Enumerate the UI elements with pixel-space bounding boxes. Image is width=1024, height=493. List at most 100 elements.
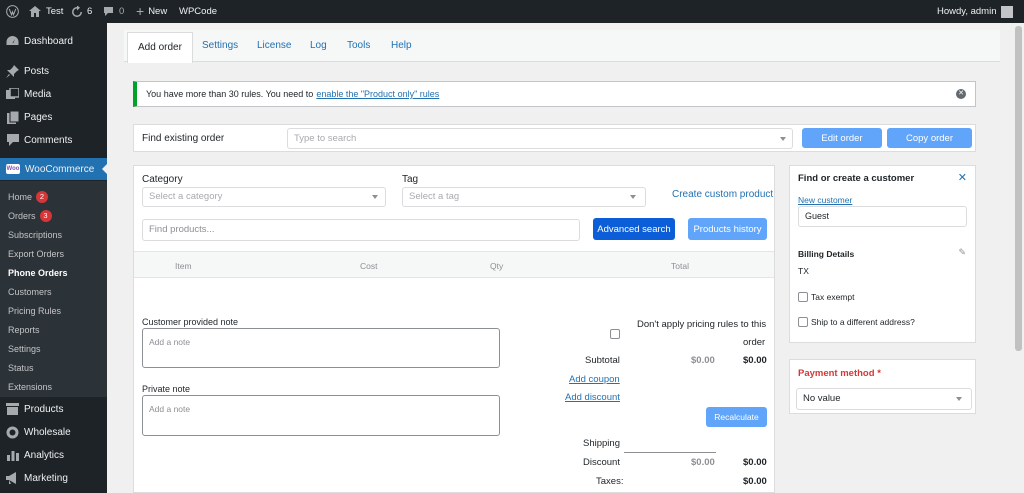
add-coupon-link[interactable]: Add coupon (569, 374, 620, 385)
customer-note-label: Customer provided note (142, 317, 239, 327)
scrollbar-thumb[interactable] (1015, 26, 1022, 351)
comment-icon (103, 6, 114, 17)
menu-label: Comments (24, 134, 73, 146)
refresh-icon (71, 5, 83, 18)
menu-comments[interactable]: Comments (0, 129, 107, 151)
products-history-button[interactable]: Products history (688, 218, 767, 240)
taxes-label: Taxes: (596, 476, 624, 487)
discount-total: $0.00 (743, 457, 767, 468)
orders-count-badge: 3 (39, 210, 52, 222)
new-content-link[interactable]: + New (136, 0, 167, 23)
menu-marketing[interactable]: Marketing (0, 467, 107, 489)
submenu-export-orders[interactable]: Export Orders (8, 247, 64, 261)
shipping-line (624, 452, 716, 453)
items-table-header: Item Cost Qty Total (134, 251, 774, 278)
close-icon[interactable]: ✕ (956, 89, 966, 99)
submenu-customers[interactable]: Customers (8, 285, 52, 299)
menu-dashboard[interactable]: Dashboard (0, 30, 107, 52)
comments-count: 0 (119, 6, 125, 17)
payment-method-title-text: Payment method (798, 368, 875, 379)
comments-icon (6, 134, 19, 147)
menu-woocommerce[interactable]: Woo WooCommerce (0, 158, 107, 180)
media-icon (6, 87, 19, 101)
category-select[interactable]: Select a category (142, 187, 386, 207)
customer-select[interactable]: Guest (798, 206, 967, 227)
subtotal-cost: $0.00 (691, 355, 715, 366)
subtotal-total: $0.00 (743, 355, 767, 366)
chevron-down-icon[interactable] (780, 137, 786, 141)
skip-pricing-rules-label-cont: order (743, 337, 766, 348)
bar-chart-icon (6, 449, 19, 462)
column-header-cost: Cost (360, 261, 378, 271)
tab-log[interactable]: Log (310, 30, 327, 62)
menu-wholesale[interactable]: Wholesale (0, 421, 107, 443)
tab-help[interactable]: Help (391, 30, 412, 62)
column-header-total: Total (671, 261, 689, 271)
discount-cost: $0.00 (691, 457, 715, 468)
submenu-subscriptions[interactable]: Subscriptions (8, 228, 62, 242)
customer-card: Find or create a customer ✕ New customer… (789, 165, 976, 343)
submenu-phone-orders[interactable]: Phone Orders (8, 266, 68, 280)
submenu-pricing-rules[interactable]: Pricing Rules (8, 304, 61, 318)
submenu-home[interactable]: Home 2 (8, 190, 49, 204)
menu-label: Dashboard (24, 35, 73, 47)
menu-analytics[interactable]: Analytics (0, 444, 107, 466)
add-discount-link[interactable]: Add discount (565, 392, 620, 403)
site-link[interactable]: Test (29, 0, 63, 23)
menu-products[interactable]: Products (0, 398, 107, 420)
tax-exempt-checkbox[interactable] (798, 292, 808, 302)
payment-card: Payment method * No value (789, 359, 976, 414)
chevron-down-icon (956, 397, 962, 401)
tab-add-order[interactable]: Add order (127, 32, 193, 63)
private-note-label: Private note (142, 384, 191, 394)
menu-label: Analytics (24, 449, 65, 461)
tab-settings[interactable]: Settings (202, 30, 238, 62)
archive-icon (6, 403, 19, 416)
comments-link[interactable]: 0 (103, 0, 124, 23)
submenu-status[interactable]: Status (8, 361, 34, 375)
menu-posts[interactable]: Posts (0, 60, 107, 82)
product-search-input[interactable]: Find products... (142, 219, 580, 241)
submenu-label: Home (8, 192, 33, 202)
customer-note-textarea[interactable]: Add a note (142, 328, 500, 368)
submenu-settings[interactable]: Settings (8, 342, 41, 356)
recalculate-button[interactable]: Recalculate (706, 407, 767, 427)
payment-method-select[interactable]: No value (796, 388, 972, 410)
dashboard-icon (6, 35, 19, 48)
column-header-item: Item (175, 261, 192, 271)
updates-link[interactable]: 6 (71, 0, 92, 23)
menu-label: Media (24, 88, 52, 100)
close-icon[interactable]: ✕ (958, 171, 967, 184)
find-order-bar: Find existing order Type to search Edit … (133, 124, 976, 152)
new-customer-link[interactable]: New customer (798, 195, 852, 205)
page-scrollbar[interactable] (1013, 23, 1024, 493)
wpcode-link[interactable]: WPCode (179, 0, 217, 23)
advanced-search-button[interactable]: Advanced search (593, 218, 675, 240)
wholesale-icon (6, 426, 19, 439)
create-custom-product-link[interactable]: Create custom product (672, 189, 773, 200)
wordpress-logo-icon[interactable] (6, 0, 19, 23)
menu-label: Wholesale (24, 426, 71, 438)
tag-select[interactable]: Select a tag (402, 187, 646, 207)
pencil-icon[interactable]: ✎ (958, 247, 966, 258)
menu-label: Marketing (24, 472, 68, 484)
copy-order-button[interactable]: Copy order (887, 128, 972, 148)
enable-product-only-link[interactable]: enable the "Product only" rules (316, 89, 439, 99)
menu-pages[interactable]: Pages (0, 106, 107, 128)
skip-pricing-rules-checkbox[interactable] (610, 329, 620, 339)
account-menu[interactable]: Howdy, admin (937, 0, 1013, 23)
submenu-reports[interactable]: Reports (8, 323, 40, 337)
menu-media[interactable]: Media (0, 83, 107, 105)
submenu-extensions[interactable]: Extensions (8, 380, 52, 394)
ship-different-checkbox[interactable] (798, 317, 808, 327)
tab-license[interactable]: License (257, 30, 291, 62)
home-count-badge: 2 (36, 191, 49, 203)
submenu-orders[interactable]: Orders 3 (8, 209, 52, 223)
tax-exempt-label: Tax exempt (811, 292, 855, 302)
private-note-textarea[interactable]: Add a note (142, 395, 500, 436)
edit-order-button[interactable]: Edit order (802, 128, 882, 148)
order-search-input[interactable]: Type to search (287, 128, 793, 149)
tab-tools[interactable]: Tools (347, 30, 370, 62)
greeting: Howdy, admin (937, 6, 997, 17)
admin-bar: Test 6 0 + New WPCode Howdy, admin (0, 0, 1024, 23)
